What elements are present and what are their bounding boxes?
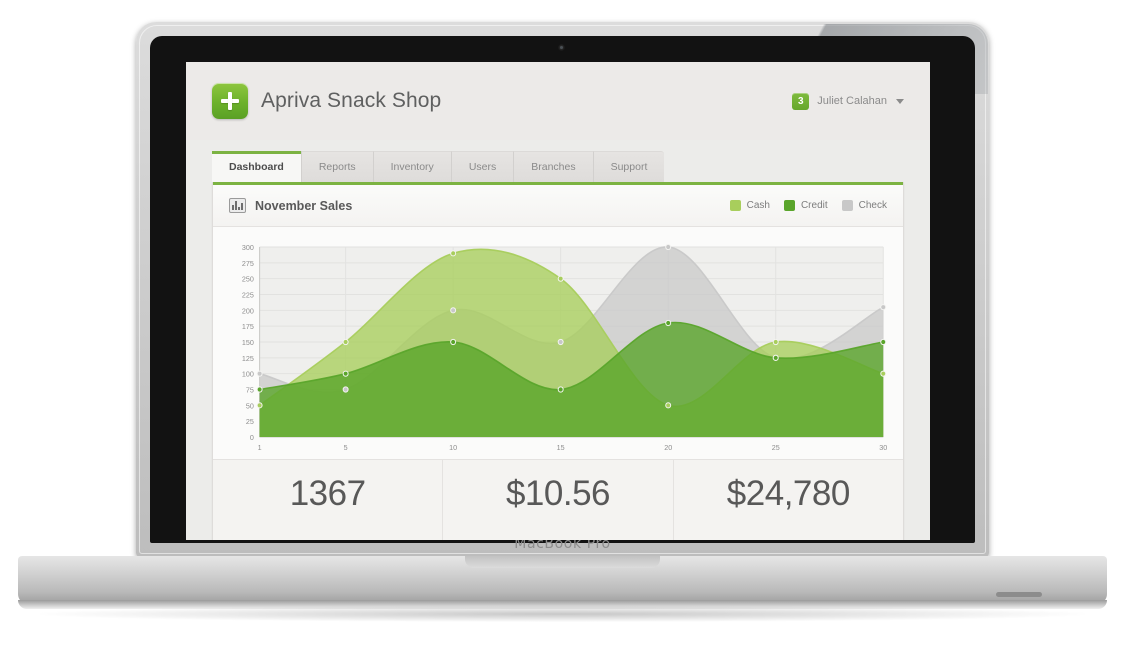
tab-label: Users	[468, 161, 497, 173]
svg-text:30: 30	[879, 443, 887, 452]
legend-swatch	[783, 200, 795, 211]
tab-dashboard[interactable]: Dashboard	[212, 151, 302, 182]
svg-text:200: 200	[242, 306, 254, 315]
tab-label: Inventory	[390, 161, 434, 173]
chart-legend: Cash Credit Check	[729, 200, 887, 211]
legend-item-cash[interactable]: Cash	[729, 200, 770, 211]
user-name-label[interactable]: Juliet Calahan	[817, 95, 887, 107]
legend-label: Check	[858, 200, 887, 211]
tab-inventory[interactable]: Inventory	[373, 151, 452, 182]
stats-row: 1367 $10.56 $24,780	[213, 459, 903, 540]
svg-text:125: 125	[242, 354, 254, 363]
brand: Apriva Snack Shop	[212, 83, 441, 119]
legend-item-credit[interactable]: Credit	[783, 200, 828, 211]
legend-swatch	[729, 200, 741, 211]
laptop-mockup: MacBook Pro Apriva Snack Shop 3 Juliet C…	[0, 0, 1125, 664]
stat-transactions: 1367	[213, 460, 444, 540]
page-title: Apriva Snack Shop	[261, 89, 442, 112]
notification-badge[interactable]: 3	[792, 92, 810, 110]
tab-support[interactable]: Support	[593, 151, 665, 182]
tab-branches[interactable]: Branches	[514, 151, 594, 182]
svg-text:225: 225	[242, 290, 254, 299]
chevron-down-icon[interactable]	[896, 98, 904, 104]
webcam-lens-icon	[560, 46, 563, 49]
drop-shadow	[40, 606, 1085, 622]
svg-text:20: 20	[664, 443, 672, 452]
plus-icon	[212, 83, 248, 119]
svg-text:100: 100	[242, 370, 254, 379]
svg-text:275: 275	[242, 259, 254, 268]
bar-chart-icon	[229, 198, 246, 213]
tab-label: Branches	[531, 161, 576, 173]
application-window: Apriva Snack Shop 3 Juliet Calahan Dashb…	[186, 62, 930, 540]
svg-text:10: 10	[449, 443, 457, 452]
sales-panel: November Sales Cash Credit Check 0 25 50…	[212, 182, 904, 540]
sales-area-chart[interactable]: 02550751001251501752002252502753001 5 10 15…	[227, 241, 889, 459]
chart-area: 0 25 50 75 100 125 150 175 200 225 250 275 300 1 5 10 15…	[213, 227, 903, 459]
main-tabs: Dashboard Reports Inventory Users Branch…	[186, 140, 930, 182]
tab-label: Dashboard	[229, 160, 284, 173]
svg-text:150: 150	[242, 338, 254, 347]
header-user-area[interactable]: 3 Juliet Calahan	[792, 92, 904, 110]
panel-title: November Sales	[255, 198, 353, 213]
stat-total-revenue: $24,780	[674, 460, 903, 540]
svg-text:15: 15	[557, 443, 565, 452]
legend-label: Cash	[746, 200, 770, 211]
svg-text:75: 75	[246, 385, 254, 394]
stat-value: $10.56	[505, 474, 611, 513]
tab-users[interactable]: Users	[451, 151, 515, 182]
svg-text:1: 1	[258, 443, 262, 452]
svg-text:25: 25	[246, 417, 254, 426]
svg-text:25: 25	[772, 443, 780, 452]
stat-average-sale: $10.56	[443, 460, 674, 540]
svg-text:175: 175	[242, 322, 254, 331]
panel-header: November Sales Cash Credit Check	[213, 185, 903, 227]
screen-viewport: Apriva Snack Shop 3 Juliet Calahan Dashb…	[186, 62, 930, 540]
legend-label: Credit	[800, 200, 828, 211]
svg-text:300: 300	[242, 243, 254, 252]
laptop-latch-notch	[996, 592, 1042, 597]
laptop-hinge	[465, 556, 660, 568]
app-header: Apriva Snack Shop 3 Juliet Calahan	[186, 62, 930, 140]
legend-item-check[interactable]: Check	[841, 200, 887, 211]
svg-text:50: 50	[246, 401, 254, 410]
stat-value: $24,780	[726, 474, 851, 513]
svg-text:0: 0	[250, 433, 254, 442]
stat-value: 1367	[289, 474, 366, 513]
svg-text:250: 250	[242, 275, 254, 284]
tab-reports[interactable]: Reports	[301, 151, 374, 182]
tab-label: Reports	[318, 161, 356, 173]
tab-label: Support	[610, 161, 648, 173]
legend-swatch	[841, 200, 853, 211]
svg-text:5: 5	[344, 443, 348, 452]
